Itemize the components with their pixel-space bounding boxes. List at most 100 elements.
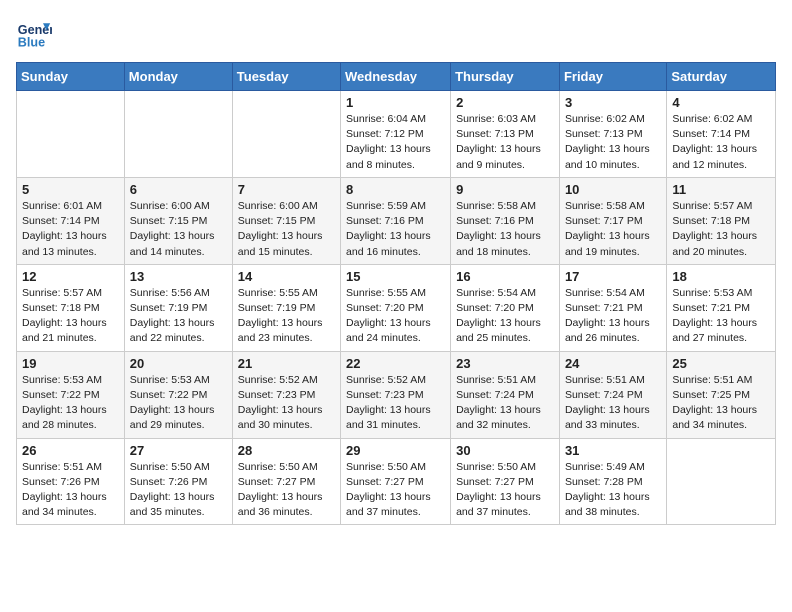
- day-number: 13: [130, 269, 227, 284]
- week-row-3: 12Sunrise: 5:57 AM Sunset: 7:18 PM Dayli…: [17, 264, 776, 351]
- weekday-header-tuesday: Tuesday: [232, 63, 340, 91]
- day-number: 12: [22, 269, 119, 284]
- day-number: 30: [456, 443, 554, 458]
- day-info: Sunrise: 5:49 AM Sunset: 7:28 PM Dayligh…: [565, 460, 661, 521]
- day-info: Sunrise: 6:04 AM Sunset: 7:12 PM Dayligh…: [346, 112, 445, 173]
- day-cell: 29 Sunrise: 5:50 AM Sunset: 7:27 PM Dayli…: [341, 438, 451, 525]
- weekday-header-thursday: Thursday: [451, 63, 560, 91]
- day-cell: 6 Sunrise: 6:00 AM Sunset: 7:15 PM Daylig…: [124, 177, 232, 264]
- day-cell: 5Sunrise: 6:01 AM Sunset: 7:14 PM Daylig…: [17, 177, 125, 264]
- weekday-header-monday: Monday: [124, 63, 232, 91]
- day-number: 20: [130, 356, 227, 371]
- day-number: 23: [456, 356, 554, 371]
- day-info: Sunrise: 6:00 AM Sunset: 7:15 PM Dayligh…: [130, 199, 227, 260]
- day-cell: 25 Sunrise: 5:51 AM Sunset: 7:25 PM Dayli…: [667, 351, 776, 438]
- day-number: 3: [565, 95, 661, 110]
- day-cell: 17 Sunrise: 5:54 AM Sunset: 7:21 PM Dayli…: [559, 264, 666, 351]
- day-number: 4: [672, 95, 770, 110]
- day-info: Sunrise: 5:50 AM Sunset: 7:27 PM Dayligh…: [238, 460, 335, 521]
- day-cell: 26 Sunrise: 5:51 AM Sunset: 7:26 PM Dayli…: [17, 438, 125, 525]
- weekday-header-saturday: Saturday: [667, 63, 776, 91]
- day-number: 17: [565, 269, 661, 284]
- day-info: Sunrise: 5:51 AM Sunset: 7:24 PM Dayligh…: [565, 373, 661, 434]
- day-cell: 9Sunrise: 5:58 AM Sunset: 7:16 PM Daylig…: [451, 177, 560, 264]
- day-number: 14: [238, 269, 335, 284]
- day-cell: [667, 438, 776, 525]
- day-number: 1: [346, 95, 445, 110]
- day-info: Sunrise: 5:53 AM Sunset: 7:21 PM Dayligh…: [672, 286, 770, 347]
- calendar-header: SundayMondayTuesdayWednesdayThursdayFrid…: [17, 63, 776, 91]
- day-cell: 30 Sunrise: 5:50 AM Sunset: 7:27 PM Dayli…: [451, 438, 560, 525]
- day-number: 22: [346, 356, 445, 371]
- day-number: 10: [565, 182, 661, 197]
- day-cell: 8Sunrise: 5:59 AM Sunset: 7:16 PM Daylig…: [341, 177, 451, 264]
- day-number: 24: [565, 356, 661, 371]
- day-cell: 22 Sunrise: 5:52 AM Sunset: 7:23 PM Dayli…: [341, 351, 451, 438]
- day-info: Sunrise: 5:53 AM Sunset: 7:22 PM Dayligh…: [130, 373, 227, 434]
- day-cell: 19 Sunrise: 5:53 AM Sunset: 7:22 PM Dayli…: [17, 351, 125, 438]
- day-info: Sunrise: 5:51 AM Sunset: 7:25 PM Dayligh…: [672, 373, 770, 434]
- weekday-header-wednesday: Wednesday: [341, 63, 451, 91]
- day-cell: 18 Sunrise: 5:53 AM Sunset: 7:21 PM Dayli…: [667, 264, 776, 351]
- day-number: 5: [22, 182, 119, 197]
- day-cell: 12Sunrise: 5:57 AM Sunset: 7:18 PM Dayli…: [17, 264, 125, 351]
- day-number: 9: [456, 182, 554, 197]
- day-number: 18: [672, 269, 770, 284]
- day-number: 19: [22, 356, 119, 371]
- day-info: Sunrise: 5:52 AM Sunset: 7:23 PM Dayligh…: [346, 373, 445, 434]
- day-info: Sunrise: 5:50 AM Sunset: 7:26 PM Dayligh…: [130, 460, 227, 521]
- day-cell: 10 Sunrise: 5:58 AM Sunset: 7:17 PM Dayli…: [559, 177, 666, 264]
- day-number: 26: [22, 443, 119, 458]
- day-info: Sunrise: 5:55 AM Sunset: 7:19 PM Dayligh…: [238, 286, 335, 347]
- day-info: Sunrise: 6:02 AM Sunset: 7:13 PM Dayligh…: [565, 112, 661, 173]
- day-info: Sunrise: 5:50 AM Sunset: 7:27 PM Dayligh…: [346, 460, 445, 521]
- day-info: Sunrise: 5:54 AM Sunset: 7:21 PM Dayligh…: [565, 286, 661, 347]
- day-info: Sunrise: 5:51 AM Sunset: 7:26 PM Dayligh…: [22, 460, 119, 521]
- calendar-body: 1 Sunrise: 6:04 AM Sunset: 7:12 PM Daylig…: [17, 91, 776, 525]
- day-cell: 21 Sunrise: 5:52 AM Sunset: 7:23 PM Dayli…: [232, 351, 340, 438]
- day-cell: 27 Sunrise: 5:50 AM Sunset: 7:26 PM Dayli…: [124, 438, 232, 525]
- day-info: Sunrise: 5:50 AM Sunset: 7:27 PM Dayligh…: [456, 460, 554, 521]
- day-info: Sunrise: 5:51 AM Sunset: 7:24 PM Dayligh…: [456, 373, 554, 434]
- week-row-4: 19 Sunrise: 5:53 AM Sunset: 7:22 PM Dayli…: [17, 351, 776, 438]
- week-row-1: 1 Sunrise: 6:04 AM Sunset: 7:12 PM Daylig…: [17, 91, 776, 178]
- day-cell: 24 Sunrise: 5:51 AM Sunset: 7:24 PM Dayli…: [559, 351, 666, 438]
- day-cell: 31 Sunrise: 5:49 AM Sunset: 7:28 PM Dayli…: [559, 438, 666, 525]
- day-cell: 4 Sunrise: 6:02 AM Sunset: 7:14 PM Daylig…: [667, 91, 776, 178]
- day-number: 21: [238, 356, 335, 371]
- day-cell: 3 Sunrise: 6:02 AM Sunset: 7:13 PM Daylig…: [559, 91, 666, 178]
- day-cell: 1 Sunrise: 6:04 AM Sunset: 7:12 PM Daylig…: [341, 91, 451, 178]
- day-number: 6: [130, 182, 227, 197]
- day-number: 8: [346, 182, 445, 197]
- day-info: Sunrise: 5:53 AM Sunset: 7:22 PM Dayligh…: [22, 373, 119, 434]
- svg-text:Blue: Blue: [18, 36, 45, 50]
- day-info: Sunrise: 5:57 AM Sunset: 7:18 PM Dayligh…: [672, 199, 770, 260]
- calendar: SundayMondayTuesdayWednesdayThursdayFrid…: [16, 62, 776, 525]
- logo: General Blue: [16, 16, 56, 52]
- day-info: Sunrise: 5:54 AM Sunset: 7:20 PM Dayligh…: [456, 286, 554, 347]
- day-number: 7: [238, 182, 335, 197]
- day-number: 27: [130, 443, 227, 458]
- day-number: 29: [346, 443, 445, 458]
- page-header: General Blue: [16, 16, 776, 52]
- day-number: 25: [672, 356, 770, 371]
- day-number: 2: [456, 95, 554, 110]
- day-cell: 11 Sunrise: 5:57 AM Sunset: 7:18 PM Dayli…: [667, 177, 776, 264]
- day-cell: 13 Sunrise: 5:56 AM Sunset: 7:19 PM Dayli…: [124, 264, 232, 351]
- day-cell: 2 Sunrise: 6:03 AM Sunset: 7:13 PM Daylig…: [451, 91, 560, 178]
- day-info: Sunrise: 6:02 AM Sunset: 7:14 PM Dayligh…: [672, 112, 770, 173]
- day-cell: [17, 91, 125, 178]
- day-info: Sunrise: 6:03 AM Sunset: 7:13 PM Dayligh…: [456, 112, 554, 173]
- day-info: Sunrise: 5:56 AM Sunset: 7:19 PM Dayligh…: [130, 286, 227, 347]
- day-number: 15: [346, 269, 445, 284]
- day-info: Sunrise: 5:58 AM Sunset: 7:17 PM Dayligh…: [565, 199, 661, 260]
- day-info: Sunrise: 5:52 AM Sunset: 7:23 PM Dayligh…: [238, 373, 335, 434]
- day-cell: 15Sunrise: 5:55 AM Sunset: 7:20 PM Dayli…: [341, 264, 451, 351]
- day-cell: 20 Sunrise: 5:53 AM Sunset: 7:22 PM Dayli…: [124, 351, 232, 438]
- weekday-row: SundayMondayTuesdayWednesdayThursdayFrid…: [17, 63, 776, 91]
- day-cell: [124, 91, 232, 178]
- day-number: 31: [565, 443, 661, 458]
- day-number: 11: [672, 182, 770, 197]
- day-info: Sunrise: 6:00 AM Sunset: 7:15 PM Dayligh…: [238, 199, 335, 260]
- day-cell: [232, 91, 340, 178]
